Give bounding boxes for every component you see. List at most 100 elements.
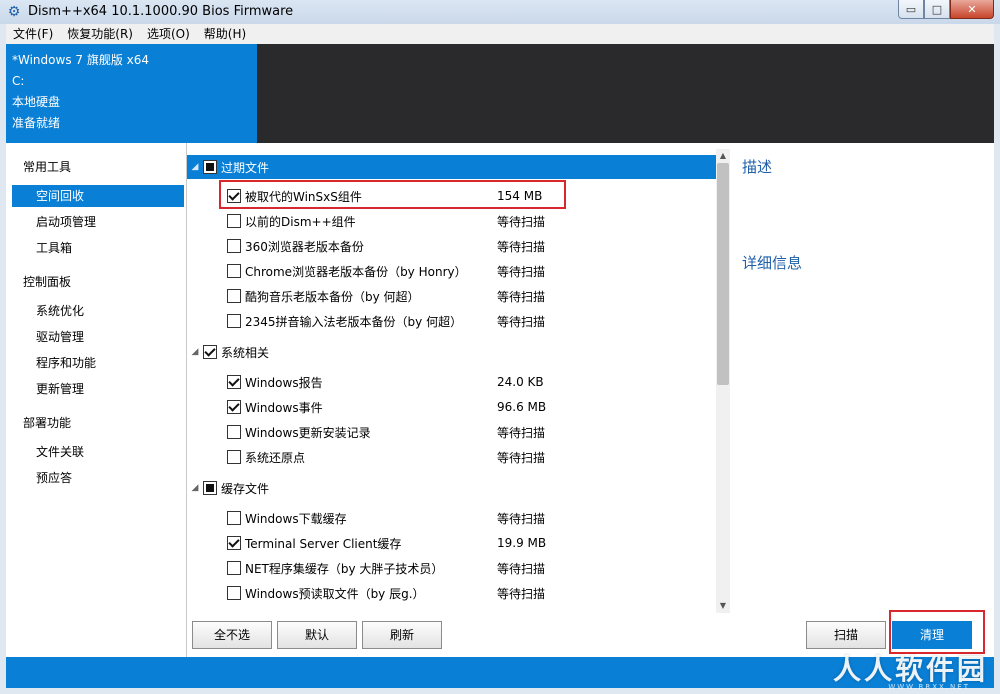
sidebar-item-file-assoc[interactable]: 文件关联 (12, 441, 184, 463)
session-status: 准备就绪 (12, 116, 61, 130)
list-item[interactable]: 系统还原点 等待扫描 (227, 445, 716, 469)
collapse-icon[interactable]: ◢ (187, 347, 203, 357)
item-label: 2345拼音输入法老版本备份（by 何超） (245, 314, 463, 329)
sidebar-item-system-optimize[interactable]: 系统优化 (12, 300, 184, 322)
item-checkbox[interactable] (227, 511, 241, 525)
list-item[interactable]: 360浏览器老版本备份 等待扫描 (227, 234, 716, 258)
collapse-icon[interactable]: ◢ (187, 483, 203, 493)
menu-file[interactable]: 文件(F) (6, 24, 60, 44)
watermark-url: WWW.RRXX.NET (888, 683, 970, 691)
item-checkbox[interactable] (227, 425, 241, 439)
item-size: 96.6 MB (497, 400, 547, 414)
disk-type: 本地硬盘 (12, 95, 61, 109)
sidebar-item-drivers[interactable]: 驱动管理 (12, 326, 184, 348)
session-list-area (257, 44, 994, 143)
window-title: Dism++x64 10.1.1000.90 Bios Firmware (28, 4, 294, 19)
sidebar-item-startup[interactable]: 启动项管理 (12, 211, 184, 233)
list-item[interactable]: 2345拼音输入法老版本备份（by 何超） 等待扫描 (227, 309, 716, 333)
select-none-button[interactable]: 全不选 (192, 621, 272, 649)
list-item[interactable]: Windows事件 96.6 MB (227, 395, 716, 419)
item-label: Windows下载缓存 (245, 511, 347, 526)
sidebar-item-programs[interactable]: 程序和功能 (12, 352, 184, 374)
list-scrollbar[interactable]: ▲ ▼ (716, 149, 730, 613)
list-item[interactable]: Chrome浏览器老版本备份（by Honry） 等待扫描 (227, 259, 716, 283)
menu-recovery[interactable]: 恢复功能(R) (60, 24, 140, 44)
sidebar-item-updates[interactable]: 更新管理 (12, 378, 184, 400)
item-size: 等待扫描 (497, 450, 546, 465)
list-item[interactable]: Windows下载缓存 等待扫描 (227, 506, 716, 530)
group-row-cache[interactable]: ◢ 缓存文件 (187, 476, 716, 500)
default-button[interactable]: 默认 (277, 621, 357, 649)
minimize-button[interactable]: ▭ (898, 0, 924, 19)
group-checkbox[interactable] (203, 345, 217, 359)
os-name: *Windows 7 旗舰版 x64 (12, 53, 150, 67)
item-size: 等待扫描 (497, 289, 546, 304)
group-label: 过期文件 (221, 160, 270, 175)
item-checkbox[interactable] (227, 561, 241, 575)
item-label: Chrome浏览器老版本备份（by Honry） (245, 264, 467, 279)
description-heading: 描述 (742, 158, 773, 176)
cleanup-list: ◢ 过期文件 被取代的WinSxS组件 154 MB 以前的Dism++组件 等… (187, 149, 731, 613)
item-size: 等待扫描 (497, 425, 546, 440)
main-area: 常用工具 空间回收 启动项管理 工具箱 控制面板 系统优化 驱动管理 程序和功能… (6, 143, 994, 657)
item-label: Windows报告 (245, 375, 323, 390)
item-checkbox[interactable] (227, 314, 241, 328)
scroll-down-icon[interactable]: ▼ (716, 599, 730, 613)
collapse-icon[interactable]: ◢ (187, 162, 203, 172)
item-size: 24.0 KB (497, 375, 544, 389)
menu-bar: 文件(F) 恢复功能(R) 选项(O) 帮助(H) (6, 24, 994, 44)
menu-help[interactable]: 帮助(H) (197, 24, 253, 44)
scroll-thumb[interactable] (717, 163, 729, 385)
item-label: 以前的Dism++组件 (245, 214, 356, 229)
item-size: 19.9 MB (497, 536, 547, 550)
group-row-system[interactable]: ◢ 系统相关 (187, 340, 716, 364)
item-label: 酷狗音乐老版本备份（by 何超） (245, 289, 420, 304)
sidebar-item-answer-file[interactable]: 预应答 (12, 467, 184, 489)
group-label: 系统相关 (221, 345, 270, 360)
group-row-outdated[interactable]: ◢ 过期文件 (187, 155, 716, 179)
gear-icon: ⚙ (7, 4, 21, 20)
group-label: 缓存文件 (221, 481, 270, 496)
list-item[interactable]: NET程序集缓存（by 大胖子技术员） 等待扫描 (227, 556, 716, 580)
list-item[interactable]: Windows更新安装记录 等待扫描 (227, 420, 716, 444)
watermark-brand: 人人软件园 (832, 653, 988, 686)
scan-button[interactable]: 扫描 (806, 621, 886, 649)
item-checkbox[interactable] (227, 239, 241, 253)
item-checkbox[interactable] (227, 264, 241, 278)
list-item[interactable]: Terminal Server Client缓存 19.9 MB (227, 531, 716, 555)
item-label: NET程序集缓存（by 大胖子技术员） (245, 561, 444, 576)
list-item[interactable]: Windows预读取文件（by 辰g.） 等待扫描 (227, 581, 716, 605)
menu-options[interactable]: 选项(O) (140, 24, 197, 44)
item-size: 等待扫描 (497, 239, 546, 254)
sidebar-item-toolbox[interactable]: 工具箱 (12, 237, 184, 259)
refresh-button[interactable]: 刷新 (362, 621, 442, 649)
window-controls: ▭ □ ✕ (898, 0, 994, 20)
item-size: 等待扫描 (497, 314, 546, 329)
item-checkbox[interactable] (227, 450, 241, 464)
list-item[interactable]: Windows报告 24.0 KB (227, 370, 716, 394)
highlight-box-winsxs (219, 180, 566, 209)
session-info-panel[interactable]: *Windows 7 旗舰版 x64 C: 本地硬盘 准备就绪 (6, 44, 257, 143)
item-checkbox[interactable] (227, 586, 241, 600)
drive-letter: C: (12, 74, 25, 88)
item-checkbox[interactable] (227, 375, 241, 389)
nav-group-deploy: 部署功能 (23, 416, 72, 430)
list-item[interactable]: 以前的Dism++组件 等待扫描 (227, 209, 716, 233)
group-checkbox[interactable] (203, 160, 217, 174)
sidebar-item-space-cleanup[interactable]: 空间回收 (12, 185, 184, 207)
sidebar: 常用工具 空间回收 启动项管理 工具箱 控制面板 系统优化 驱动管理 程序和功能… (6, 143, 187, 657)
maximize-button[interactable]: □ (924, 0, 950, 19)
title-bar: ⚙ Dism++x64 10.1.1000.90 Bios Firmware ▭… (0, 0, 1000, 24)
item-checkbox[interactable] (227, 536, 241, 550)
item-checkbox[interactable] (227, 400, 241, 414)
group-checkbox[interactable] (203, 481, 217, 495)
item-checkbox[interactable] (227, 289, 241, 303)
details-heading: 详细信息 (742, 254, 803, 272)
scroll-up-icon[interactable]: ▲ (716, 149, 730, 163)
item-label: Windows事件 (245, 400, 323, 415)
item-size: 等待扫描 (497, 561, 546, 576)
item-label: Terminal Server Client缓存 (245, 536, 402, 551)
close-button[interactable]: ✕ (950, 0, 994, 19)
list-item[interactable]: 酷狗音乐老版本备份（by 何超） 等待扫描 (227, 284, 716, 308)
item-checkbox[interactable] (227, 214, 241, 228)
